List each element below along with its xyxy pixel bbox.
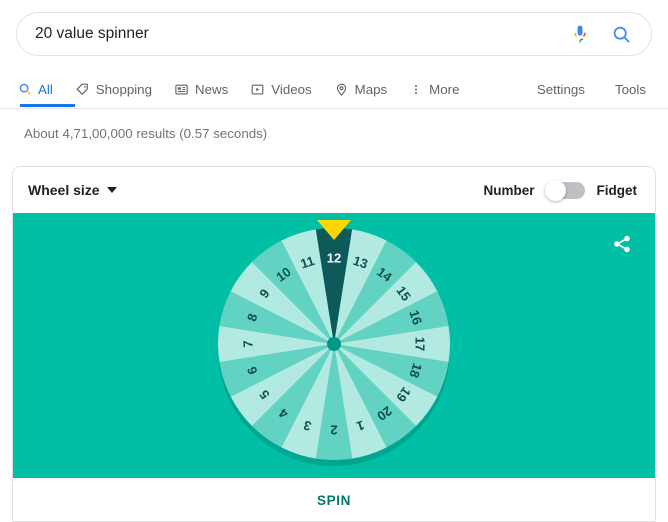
spin-area: SPIN: [13, 478, 655, 522]
nav-tab-label: More: [429, 82, 459, 97]
nav-tab-maps[interactable]: Maps: [334, 72, 399, 106]
search-input[interactable]: [17, 13, 563, 55]
microphone-icon[interactable]: [563, 17, 597, 51]
nav-right-links: Settings Tools: [537, 72, 646, 106]
search-bar[interactable]: [16, 12, 652, 56]
nav-tab-label: Videos: [271, 82, 311, 97]
more-vertical-icon: [409, 82, 423, 97]
nav-tab-videos[interactable]: Videos: [250, 72, 322, 106]
result-stats: About 4,71,00,000 results (0.57 seconds): [24, 126, 267, 141]
toggle-label-fidget[interactable]: Fidget: [597, 183, 638, 198]
wheel-size-label: Wheel size: [28, 182, 100, 198]
wheel-hub: [327, 337, 341, 351]
search-nav-bar: All Shopping News: [0, 72, 668, 108]
wheel-size-dropdown[interactable]: Wheel size: [28, 182, 117, 198]
nav-tab-label: News: [195, 82, 228, 97]
settings-link[interactable]: Settings: [537, 82, 585, 97]
toggle-knob: [545, 180, 566, 201]
nav-tab-label: Shopping: [96, 82, 152, 97]
nav-tab-news[interactable]: News: [174, 72, 239, 106]
nav-tab-label: Maps: [355, 82, 388, 97]
share-icon[interactable]: [609, 231, 635, 257]
wheel-segment-number: 7: [241, 340, 256, 347]
wheel-segment-number: 2: [330, 423, 337, 438]
wheel-graphic[interactable]: 1234567891011121314151617181920: [210, 220, 458, 468]
active-tab-underline: [20, 104, 75, 107]
nav-tab-more[interactable]: More: [409, 72, 470, 106]
mode-toggle-group: Number Fidget: [483, 167, 637, 213]
spinner-wheel[interactable]: 1234567891011121314151617181920: [210, 220, 458, 468]
card-header: Wheel size Number Fidget: [13, 167, 655, 213]
wheel-segment-number: 17: [413, 337, 428, 351]
map-pin-icon: [334, 82, 349, 97]
spin-button[interactable]: SPIN: [311, 492, 357, 509]
wheel-segment-number: 12: [327, 251, 341, 266]
chevron-down-icon: [107, 187, 117, 193]
tools-link[interactable]: Tools: [615, 82, 646, 97]
search-submit-icon[interactable]: [601, 17, 641, 51]
spinner-card: Wheel size Number Fidget 123456789101112…: [12, 166, 656, 522]
video-play-icon: [250, 82, 265, 97]
spinner-stage: 1234567891011121314151617181920: [13, 213, 655, 478]
nav-tab-shopping[interactable]: Shopping: [75, 72, 163, 106]
wheel-pointer-icon: [317, 220, 351, 240]
newspaper-icon: [174, 82, 189, 97]
nav-tab-list: All Shopping News: [18, 72, 481, 106]
search-icon: [18, 82, 32, 96]
nav-tab-all[interactable]: All: [18, 72, 64, 106]
nav-divider: [0, 108, 668, 109]
nav-tab-label: All: [38, 82, 53, 97]
tag-icon: [75, 82, 90, 97]
toggle-label-number[interactable]: Number: [483, 183, 534, 198]
number-fidget-toggle[interactable]: [547, 182, 585, 199]
